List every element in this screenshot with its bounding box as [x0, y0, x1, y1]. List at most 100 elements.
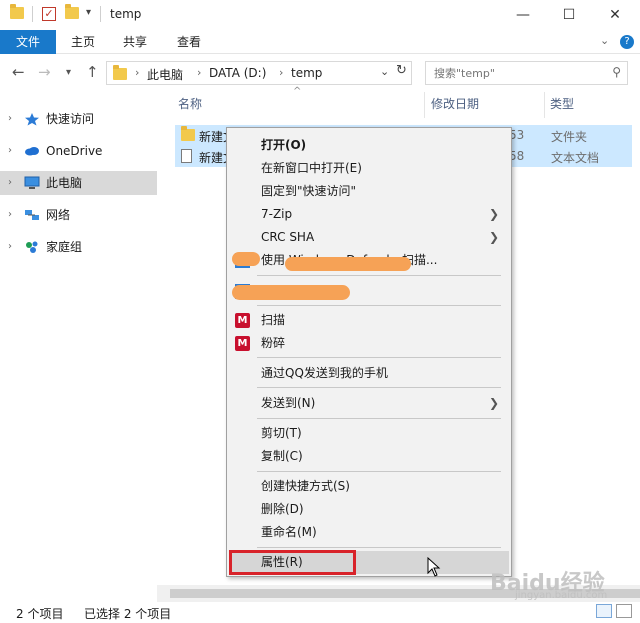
column-header-date[interactable]: 修改日期	[431, 95, 479, 115]
menu-separator	[257, 418, 501, 419]
menu-separator	[257, 387, 501, 388]
menu-item-label: 复制(C)	[261, 449, 303, 463]
tab-file[interactable]: 文件	[0, 30, 56, 54]
tab-home[interactable]: 主页	[64, 30, 102, 54]
menu-item-7zip[interactable]: 7-Zip ❯	[227, 203, 511, 226]
menu-item-label: 重命名(M)	[261, 525, 317, 539]
tab-share[interactable]: 共享	[116, 30, 154, 54]
large-icons-view-icon[interactable]	[616, 604, 632, 618]
details-view-icon[interactable]	[596, 604, 612, 618]
sidebar-item-onedrive[interactable]: › OneDrive	[0, 139, 157, 163]
menu-item-delete[interactable]: 删除(D)	[227, 498, 511, 521]
chevron-right-icon: ❯	[488, 230, 499, 244]
menu-item-label: 扫描	[261, 313, 286, 327]
column-header-name[interactable]: 名称	[178, 95, 202, 115]
maximize-button[interactable]: ☐	[546, 0, 592, 30]
back-arrow-icon[interactable]: ←	[12, 63, 25, 81]
homegroup-icon	[26, 241, 38, 253]
menu-item-open-new-window[interactable]: 在新窗口中打开(E)	[227, 157, 511, 180]
redaction-mark	[232, 285, 350, 300]
address-dropdown-icon[interactable]: ⌄	[380, 65, 389, 78]
quick-access-dropdown-icon[interactable]: ▾	[86, 7, 91, 18]
menu-item-label: 7-Zip	[261, 207, 293, 221]
menu-item-rename[interactable]: 重命名(M)	[227, 521, 511, 544]
divider	[32, 6, 33, 22]
close-button[interactable]: ✕	[592, 0, 638, 30]
window-title: temp	[110, 7, 142, 21]
search-box[interactable]: ⚲	[425, 61, 628, 85]
breadcrumb-data-drive[interactable]: DATA (D:)	[209, 66, 266, 80]
new-folder-quick-icon[interactable]	[65, 4, 79, 19]
menu-item-scan[interactable]: M 扫描	[227, 309, 511, 332]
menu-item-open[interactable]: 打开(O)	[227, 134, 511, 157]
address-bar[interactable]: › 此电脑 › DATA (D:) › temp	[106, 61, 412, 85]
menu-item-create-shortcut[interactable]: 创建快捷方式(S)	[227, 475, 511, 498]
column-divider[interactable]	[424, 92, 425, 118]
refresh-icon[interactable]: ↻	[396, 63, 407, 78]
expand-arrow-icon[interactable]: ›	[8, 203, 12, 227]
chevron-right-icon[interactable]: ›	[135, 66, 139, 79]
menu-item-pin-quick-access[interactable]: 固定到"快速访问"	[227, 180, 511, 203]
mouse-cursor-icon	[427, 557, 441, 577]
menu-separator	[257, 357, 501, 358]
search-input[interactable]	[426, 62, 596, 84]
properties-quick-icon[interactable]: ✓	[42, 7, 56, 21]
status-item-count: 2 个项目	[16, 607, 64, 621]
sidebar-item-label: 网络	[46, 208, 71, 222]
redaction-mark	[285, 257, 411, 271]
sidebar-item-homegroup[interactable]: › 家庭组	[0, 235, 157, 259]
chevron-right-icon: ❯	[488, 396, 499, 410]
mcafee-shield-icon: M	[235, 313, 250, 328]
sidebar-item-label: 快速访问	[46, 112, 95, 126]
ribbon-tabs: 文件 主页 共享 查看 ⌄ ?	[0, 30, 640, 54]
watermark-url: jingyan.baidu.com	[515, 590, 608, 601]
sidebar-item-quick-access[interactable]: › 快速访问	[0, 107, 157, 131]
tab-view[interactable]: 查看	[170, 30, 208, 54]
column-header-type[interactable]: 类型	[550, 95, 574, 115]
search-icon[interactable]: ⚲	[612, 65, 621, 79]
recent-dropdown-icon[interactable]: ▾	[66, 67, 71, 78]
mcafee-shield-icon: M	[235, 336, 250, 351]
sidebar-item-this-pc[interactable]: › 此电脑	[0, 171, 157, 195]
expand-arrow-icon[interactable]: ›	[8, 235, 12, 259]
menu-item-label: 通过QQ发送到我的手机	[261, 366, 388, 380]
menu-item-qq-send[interactable]: 通过QQ发送到我的手机	[227, 362, 511, 385]
column-divider[interactable]	[544, 92, 545, 118]
breadcrumb-temp[interactable]: temp	[291, 66, 322, 80]
sidebar-item-network[interactable]: › 网络	[0, 203, 157, 227]
chevron-right-icon[interactable]: ›	[279, 66, 283, 79]
sort-ascending-icon: ^	[293, 86, 302, 97]
forward-arrow-icon[interactable]: →	[38, 63, 51, 81]
menu-item-label: CRC SHA	[261, 230, 315, 244]
up-arrow-icon[interactable]: ↑	[86, 63, 99, 81]
menu-separator	[257, 305, 501, 306]
menu-item-label: 发送到(N)	[261, 396, 316, 410]
menu-separator	[257, 471, 501, 472]
divider	[100, 6, 101, 22]
menu-item-shred[interactable]: M 粉碎	[227, 332, 511, 355]
expand-arrow-icon[interactable]: ›	[8, 139, 12, 163]
file-type: 文本文档	[551, 151, 600, 165]
help-icon[interactable]: ?	[620, 35, 634, 49]
folder-icon	[10, 4, 24, 19]
title-bar: ✓ ▾ temp — ☐ ✕	[0, 0, 640, 30]
computer-icon	[24, 176, 40, 189]
menu-item-crc-sha[interactable]: CRC SHA ❯	[227, 226, 511, 249]
minimize-button[interactable]: —	[500, 0, 546, 30]
chevron-down-icon[interactable]: ⌄	[600, 34, 609, 47]
menu-separator	[257, 275, 501, 276]
menu-item-cut[interactable]: 剪切(T)	[227, 422, 511, 445]
star-icon	[25, 113, 39, 126]
expand-arrow-icon[interactable]: ›	[8, 107, 12, 131]
menu-item-label: 在新窗口中打开(E)	[261, 161, 362, 175]
network-icon	[25, 210, 39, 220]
menu-item-send-to[interactable]: 发送到(N) ❯	[227, 392, 511, 415]
file-type: 文件夹	[551, 130, 588, 144]
breadcrumb-this-pc[interactable]: 此电脑	[147, 66, 183, 83]
text-file-icon	[181, 149, 192, 163]
expand-arrow-icon[interactable]: ›	[8, 171, 12, 195]
redaction-mark	[232, 252, 260, 266]
chevron-right-icon[interactable]: ›	[197, 66, 201, 79]
menu-item-copy[interactable]: 复制(C)	[227, 445, 511, 468]
status-selected-count: 已选择 2 个项目	[84, 607, 172, 621]
